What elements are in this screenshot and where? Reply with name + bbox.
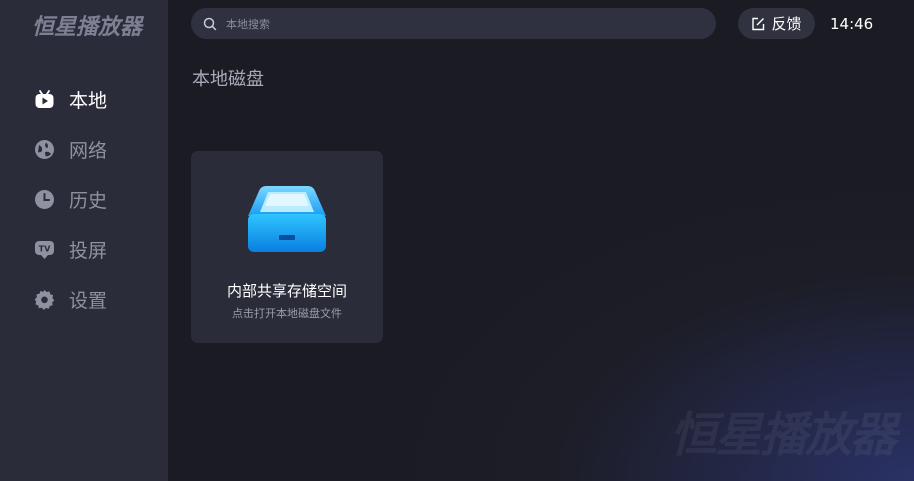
storage-drive-icon [246, 184, 328, 256]
clock-icon [34, 189, 55, 210]
sidebar-item-network[interactable]: 网络 [0, 124, 168, 174]
sidebar-item-history[interactable]: 历史 [0, 174, 168, 224]
sidebar: 恒星播放器 本地 网络 历史 TV 投屏 设置 [0, 0, 168, 481]
sidebar-item-cast[interactable]: TV 投屏 [0, 224, 168, 274]
sidebar-item-settings[interactable]: 设置 [0, 274, 168, 324]
watermark-logo: 恒星播放器 [670, 408, 897, 463]
sidebar-item-label: 网络 [69, 139, 108, 162]
search-input[interactable]: 本地搜索 [226, 16, 270, 32]
search-icon [203, 17, 217, 31]
feedback-button[interactable]: 反馈 [738, 8, 815, 39]
card-title: 内部共享存储空间 [226, 282, 347, 300]
sidebar-item-label: 本地 [69, 89, 108, 112]
sidebar-item-label: 投屏 [69, 239, 108, 262]
card-subtitle: 点击打开本地磁盘文件 [232, 307, 342, 320]
sidebar-item-local[interactable]: 本地 [0, 74, 168, 124]
tv-cast-icon: TV [34, 239, 55, 260]
clock: 14:46 [830, 15, 874, 33]
app-logo: 恒星播放器 [32, 15, 143, 40]
feedback-label: 反馈 [771, 15, 802, 33]
sidebar-item-label: 设置 [69, 289, 108, 312]
svg-text:TV: TV [39, 244, 51, 253]
play-tv-icon [34, 89, 55, 110]
edit-icon [751, 17, 765, 31]
search-bar[interactable]: 本地搜索 [191, 8, 716, 39]
gear-icon [34, 289, 55, 310]
storage-card[interactable]: 内部共享存储空间 点击打开本地磁盘文件 [191, 151, 383, 343]
section-title: 本地磁盘 [192, 69, 264, 90]
sidebar-nav: 本地 网络 历史 TV 投屏 设置 [0, 74, 168, 324]
globe-icon [34, 139, 55, 160]
sidebar-item-label: 历史 [69, 189, 108, 212]
